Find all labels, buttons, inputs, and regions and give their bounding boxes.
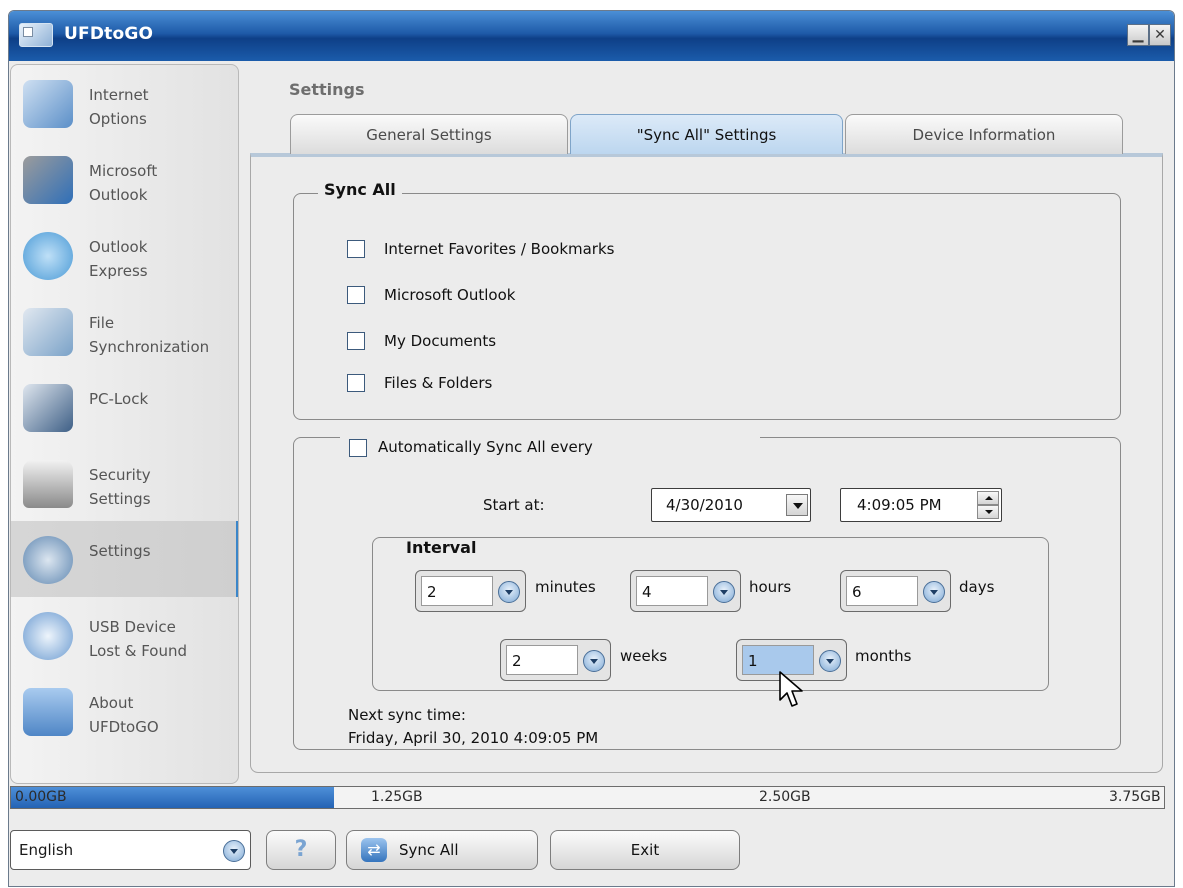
months-dropdown-icon[interactable] bbox=[819, 650, 841, 672]
usage-tick-2: 2.50GB bbox=[759, 789, 811, 805]
sidebar-item-label: Security Settings bbox=[89, 466, 151, 508]
sync-icon: ⇄ bbox=[361, 838, 387, 862]
hours-dropdown-icon[interactable] bbox=[713, 581, 735, 603]
interval-group bbox=[372, 537, 1049, 691]
sidebar-item-label: Internet Options bbox=[89, 86, 149, 128]
chevron-down-icon[interactable] bbox=[223, 840, 245, 862]
weeks-input-box: 2 bbox=[506, 645, 578, 675]
sidebar-item-outlook-express[interactable]: Outlook Express bbox=[11, 217, 238, 293]
pc-lock-icon bbox=[23, 384, 73, 432]
weeks-stepper[interactable]: 2 bbox=[500, 639, 611, 681]
sync-all-button[interactable]: ⇄ Sync All bbox=[346, 830, 538, 870]
hours-value: 4 bbox=[642, 583, 652, 601]
usage-tick-1: 1.25GB bbox=[371, 789, 423, 805]
usb-search-icon bbox=[23, 612, 73, 660]
auto-sync-label: Automatically Sync All every bbox=[378, 438, 593, 456]
favorites-checkbox[interactable] bbox=[347, 240, 365, 258]
days-label: days bbox=[959, 578, 995, 596]
padlock-icon bbox=[23, 460, 73, 508]
hours-label: hours bbox=[749, 578, 792, 596]
start-time-spinner[interactable]: 4:09:05 PM bbox=[840, 488, 1002, 522]
outlook-checkbox[interactable] bbox=[347, 286, 365, 304]
spin-down-icon[interactable] bbox=[977, 505, 999, 519]
language-select[interactable]: English bbox=[10, 830, 251, 870]
hours-input-box: 4 bbox=[636, 576, 708, 606]
sidebar-item-label: File Synchronization bbox=[89, 314, 210, 356]
language-value: English bbox=[19, 841, 74, 859]
sidebar-item-internet-options[interactable]: Internet Options bbox=[11, 65, 238, 141]
sidebar: Internet Options Microsoft Outlook Outlo… bbox=[10, 64, 239, 784]
next-sync-value: Friday, April 30, 2010 4:09:05 PM bbox=[348, 729, 599, 747]
minutes-input-box: 2 bbox=[421, 576, 493, 606]
sidebar-item-pc-lock[interactable]: PC-Lock bbox=[11, 369, 238, 445]
months-value: 1 bbox=[748, 652, 758, 670]
minutes-dropdown-icon[interactable] bbox=[498, 581, 520, 603]
help-button[interactable]: ? bbox=[266, 830, 336, 870]
weeks-label: weeks bbox=[620, 647, 668, 665]
sidebar-item-label: Settings bbox=[89, 542, 151, 560]
sidebar-item-label: Outlook Express bbox=[89, 238, 148, 280]
months-label: months bbox=[855, 647, 912, 665]
sidebar-item-file-synchronization[interactable]: File Synchronization bbox=[11, 293, 238, 369]
weeks-value: 2 bbox=[512, 652, 522, 670]
page-title: Settings bbox=[289, 80, 365, 99]
hours-stepper[interactable]: 4 bbox=[630, 570, 741, 612]
minutes-stepper[interactable]: 2 bbox=[415, 570, 526, 612]
start-date-picker[interactable]: 4/30/2010 bbox=[651, 488, 811, 522]
usage-tick-3: 3.75GB bbox=[1109, 789, 1161, 805]
my-documents-checkbox[interactable] bbox=[347, 332, 365, 350]
sidebar-item-label: Microsoft Outlook bbox=[89, 162, 158, 204]
favorites-label: Internet Favorites / Bookmarks bbox=[384, 240, 615, 258]
sidebar-item-usb-lost-found[interactable]: USB Device Lost & Found bbox=[11, 597, 238, 673]
file-sync-icon bbox=[23, 308, 73, 356]
days-dropdown-icon[interactable] bbox=[923, 581, 945, 603]
sidebar-item-microsoft-outlook[interactable]: Microsoft Outlook bbox=[11, 141, 238, 217]
start-at-label: Start at: bbox=[483, 496, 545, 514]
minimize-button[interactable]: ▁ bbox=[1127, 24, 1149, 46]
sidebar-item-label: PC-Lock bbox=[89, 390, 149, 408]
my-documents-label: My Documents bbox=[384, 332, 497, 350]
mouse-pointer-icon bbox=[779, 671, 803, 707]
sidebar-item-settings[interactable]: Settings bbox=[11, 521, 238, 597]
spin-up-icon[interactable] bbox=[977, 491, 999, 505]
usage-tick-0: 0.00GB bbox=[15, 789, 67, 805]
outlook-express-icon bbox=[23, 232, 73, 280]
storage-usage-bar: 0.00GB 1.25GB 2.50GB 3.75GB bbox=[10, 786, 1165, 809]
files-folders-label: Files & Folders bbox=[384, 374, 493, 392]
next-sync-label: Next sync time: bbox=[348, 706, 466, 724]
start-time-value: 4:09:05 PM bbox=[857, 496, 942, 514]
outlook-icon bbox=[23, 156, 73, 204]
gears-icon bbox=[23, 536, 73, 584]
sidebar-item-label: USB Device Lost & Found bbox=[89, 618, 188, 660]
about-briefcase-icon bbox=[23, 688, 73, 736]
days-stepper[interactable]: 6 bbox=[840, 570, 951, 612]
tab-general-settings[interactable]: General Settings bbox=[290, 114, 568, 154]
close-button[interactable]: ✕ bbox=[1149, 24, 1171, 46]
start-date-value: 4/30/2010 bbox=[666, 496, 743, 514]
sidebar-item-about[interactable]: About UFDtoGO bbox=[11, 673, 238, 749]
days-value: 6 bbox=[852, 583, 862, 601]
sidebar-item-label: About UFDtoGO bbox=[89, 694, 159, 736]
auto-sync-checkbox[interactable] bbox=[349, 439, 367, 457]
outlook-label: Microsoft Outlook bbox=[384, 286, 516, 304]
sidebar-item-security-settings[interactable]: Security Settings bbox=[11, 445, 238, 521]
internet-options-icon bbox=[23, 80, 73, 128]
days-input-box: 6 bbox=[846, 576, 918, 606]
interval-legend: Interval bbox=[400, 538, 483, 557]
sync-all-legend: Sync All bbox=[318, 180, 402, 199]
title-bar[interactable]: UFDtoGO ▁ ✕ bbox=[9, 11, 1174, 61]
exit-button[interactable]: Exit bbox=[550, 830, 740, 870]
tab-sync-all-settings[interactable]: "Sync All" Settings bbox=[570, 114, 843, 154]
weeks-dropdown-icon[interactable] bbox=[583, 650, 605, 672]
sync-all-label: Sync All bbox=[399, 841, 459, 859]
tab-device-information[interactable]: Device Information bbox=[845, 114, 1123, 154]
minutes-value: 2 bbox=[427, 583, 437, 601]
app-icon bbox=[19, 23, 53, 47]
minutes-label: minutes bbox=[535, 578, 596, 596]
window-title: UFDtoGO bbox=[64, 24, 154, 44]
files-folders-checkbox[interactable] bbox=[347, 374, 365, 392]
chevron-down-icon[interactable] bbox=[786, 494, 808, 516]
help-icon: ? bbox=[294, 837, 308, 862]
